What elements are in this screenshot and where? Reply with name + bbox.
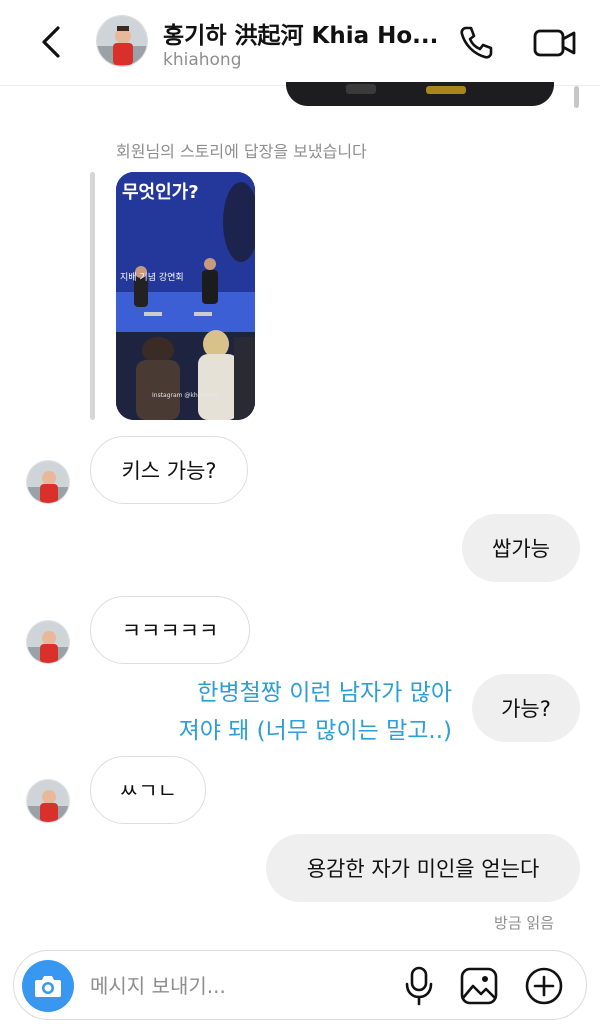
message-bubble-outgoing[interactable]: 용감한 자가 미인을 얻는다 <box>266 834 580 902</box>
story-reply-note: 회원님의 스토리에 답장을 보냈습니다 <box>116 142 367 161</box>
message-bubble-outgoing[interactable]: 가능? <box>472 674 580 742</box>
sender-avatar[interactable] <box>26 620 70 664</box>
sender-avatar[interactable] <box>26 460 70 504</box>
contact-avatar[interactable] <box>96 15 148 67</box>
voice-call-button[interactable] <box>456 22 496 62</box>
video-call-button[interactable] <box>532 24 578 62</box>
read-receipt: 방금 읽음 <box>494 914 554 932</box>
overlay-annotation-line-1: 한병철짱 이런 남자가 많아 <box>197 680 452 706</box>
camera-icon <box>35 976 61 997</box>
message-input[interactable] <box>90 967 390 1005</box>
scroll-indicator[interactable] <box>574 86 579 108</box>
chat-header: 홍기하 洪起河 Khia Ho... khiahong <box>0 0 600 86</box>
contact-username[interactable]: khiahong <box>163 50 242 70</box>
message-bubble-incoming[interactable]: ㅆㄱㄴ <box>90 756 206 824</box>
plus-circle-icon <box>525 967 563 1005</box>
microphone-icon <box>405 966 433 1006</box>
message-bubble-outgoing[interactable]: 쌉가능 <box>462 514 580 582</box>
previous-media-message[interactable] <box>286 82 554 106</box>
back-button[interactable] <box>34 22 68 62</box>
story-title: 무엇인가? <box>122 182 199 203</box>
story-credit: Instagram @khiahong <box>152 392 219 399</box>
gallery-button[interactable] <box>459 966 499 1006</box>
message-bubble-incoming[interactable]: ㅋㅋㅋㅋㅋ <box>90 596 250 664</box>
story-banner-text: 지배 기념 강연회 <box>120 273 184 283</box>
contact-display-name[interactable]: 홍기하 洪起河 Khia Ho... <box>163 16 448 50</box>
phone-icon <box>460 26 493 59</box>
story-reply-bar <box>90 172 95 420</box>
more-options-button[interactable] <box>522 964 566 1008</box>
image-icon <box>460 967 498 1005</box>
message-composer <box>13 950 587 1020</box>
video-camera-icon <box>533 29 576 57</box>
back-arrow-icon <box>42 26 60 58</box>
message-bubble-incoming[interactable]: 키스 가능? <box>90 436 248 504</box>
overlay-annotation-line-2: 져야 돼 (너무 많이는 말고..) <box>178 718 452 744</box>
microphone-button[interactable] <box>402 965 436 1007</box>
sender-avatar[interactable] <box>26 779 70 823</box>
camera-button[interactable] <box>22 960 74 1012</box>
story-thumbnail[interactable]: 무엇인가? 지배 기념 강연회 Instagram @khiahong <box>116 172 255 420</box>
